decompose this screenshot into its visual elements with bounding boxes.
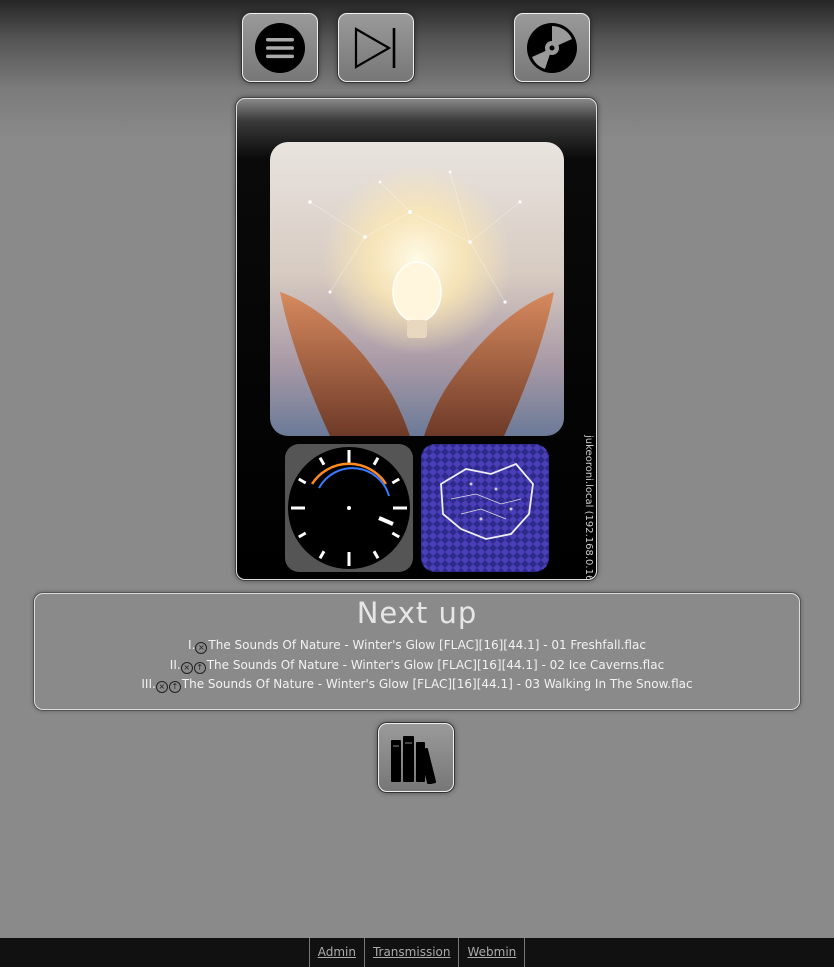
lightbulb-in-hands-cover-art	[270, 142, 564, 436]
menu-button[interactable]	[242, 13, 318, 82]
clock-widget	[285, 444, 413, 572]
remove-icon[interactable]: ×	[155, 681, 168, 693]
move-up-icon[interactable]: ↑	[193, 661, 206, 674]
cover-art[interactable]	[270, 142, 564, 436]
skip-next-icon	[354, 26, 396, 69]
remove-icon[interactable]: ×	[195, 642, 208, 654]
footer: Admin Transmission Webmin	[0, 938, 834, 967]
map-widget[interactable]	[421, 444, 549, 572]
queue-track: The Sounds Of Nature - Winter's Glow [FL…	[208, 638, 646, 652]
vinyl-disc-icon	[527, 22, 577, 73]
queue-track: The Sounds Of Nature - Winter's Glow [FL…	[181, 677, 693, 691]
now-playing-panel: jukeoroni.local (192.168.0.16)	[236, 98, 597, 580]
queue-title: Next up	[356, 596, 478, 630]
transmission-link[interactable]: Transmission	[363, 938, 459, 967]
albums-button[interactable]	[514, 13, 590, 82]
queue-item: I. × The Sounds Of Nature - Winter's Glow …	[35, 636, 799, 656]
hamburger-menu-icon	[255, 22, 305, 73]
queue-item: II. × ↑ The Sounds Of Nature - Winter's Glo…	[35, 656, 799, 676]
move-up-icon[interactable]: ↑	[168, 681, 181, 693]
queue-track: The Sounds Of Nature - Winter's Glow [FL…	[206, 657, 665, 672]
remove-icon[interactable]: ×	[180, 661, 193, 674]
host-label: jukeoroni.local (192.168.0.16)	[583, 435, 594, 580]
weather-radar-map-widget	[421, 444, 549, 572]
admin-link[interactable]: Admin	[308, 938, 364, 967]
next-track-button[interactable]	[338, 13, 414, 82]
queue-index: II.	[169, 657, 181, 672]
next-up-panel: Next up I. × The Sounds Of Nature - Winter…	[34, 593, 800, 710]
webmin-link[interactable]: Webmin	[458, 938, 526, 967]
queue-index: I.	[188, 638, 196, 652]
library-button[interactable]	[378, 723, 454, 792]
analog-clock-widget	[285, 444, 413, 572]
library-books-icon	[391, 735, 437, 784]
queue-item: III. × ↑ The Sounds Of Nature - Winter's Gl…	[35, 675, 799, 695]
queue-index: III.	[141, 677, 156, 691]
